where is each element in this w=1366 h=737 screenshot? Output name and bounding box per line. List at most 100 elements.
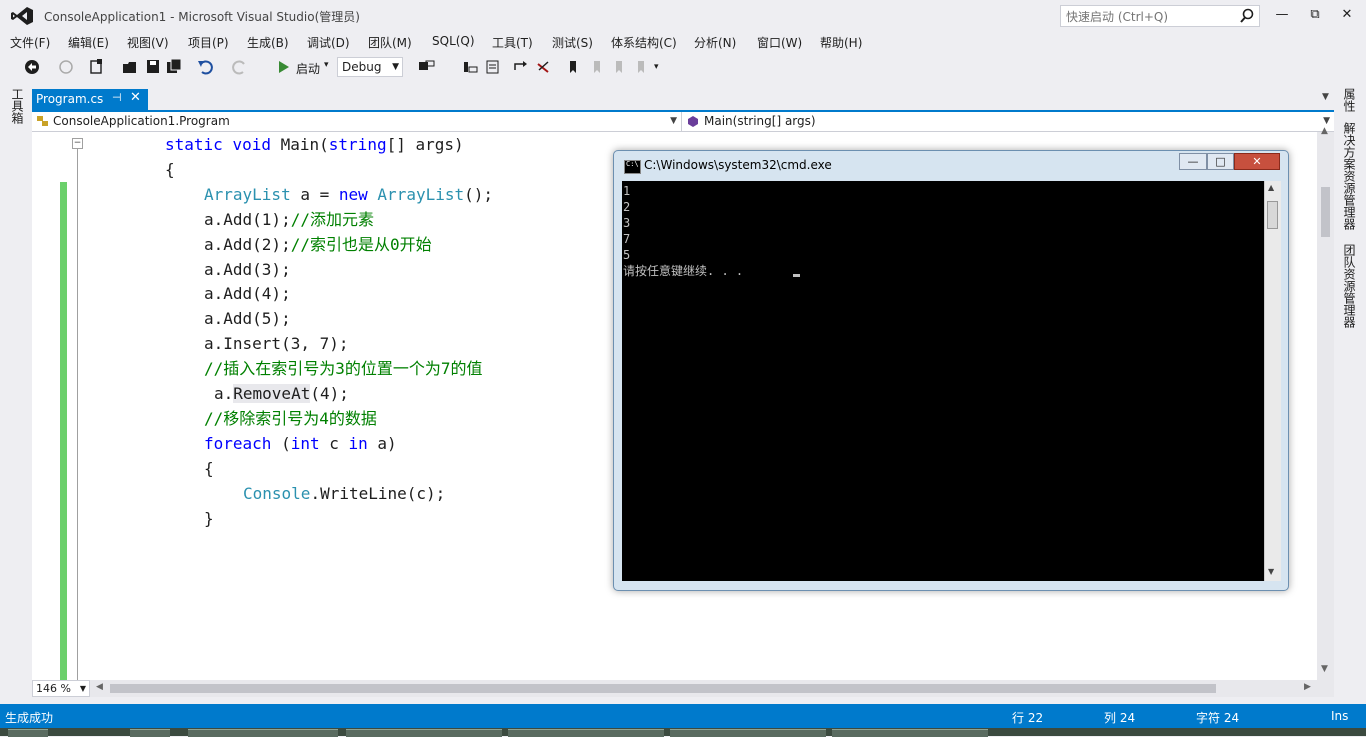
close-button[interactable]: ✕: [1336, 6, 1358, 24]
tab-program-cs[interactable]: Program.cs ⊣ ✕: [32, 89, 148, 110]
quick-launch-box[interactable]: [1060, 5, 1260, 28]
navigate-forward-icon[interactable]: [58, 58, 74, 76]
code-line: a.Insert(3, 7);: [204, 334, 349, 353]
code-line: //移除索引号为4的数据: [204, 409, 377, 428]
class-icon: [37, 116, 48, 126]
menu-edit[interactable]: 编辑(E): [68, 34, 109, 51]
properties-tab[interactable]: 属性: [1341, 88, 1358, 112]
menu-tools[interactable]: 工具(T): [492, 34, 533, 51]
start-dropdown-chevron-icon[interactable]: ▾: [324, 60, 329, 78]
scroll-left-icon[interactable]: ◀: [96, 682, 103, 692]
restore-button[interactable]: ⧉: [1304, 6, 1326, 24]
tab-overflow-chevron-icon[interactable]: ▼: [1322, 92, 1329, 102]
change-tracking-margin: [60, 182, 67, 680]
save-all-icon[interactable]: [166, 58, 182, 76]
code-line: a.Add(2);//索引也是从0开始: [204, 235, 432, 254]
cmd-close-button[interactable]: ✕: [1234, 153, 1280, 170]
left-tool-strip: [0, 84, 30, 704]
menu-architecture[interactable]: 体系结构(C): [611, 34, 677, 51]
member-combo[interactable]: Main(string[] args) ▼: [684, 112, 1334, 131]
team-explorer-tab[interactable]: 团队资源管理器: [1341, 244, 1358, 328]
properties-window-icon[interactable]: [484, 58, 500, 76]
code-line: foreach (int c in a): [204, 434, 397, 453]
cmd-console-output[interactable]: 1 2 3 7 5 请按任意键继续. . .: [622, 181, 1264, 581]
type-combo[interactable]: ConsoleApplication1.Program ▼: [32, 112, 682, 131]
bookmark-icon[interactable]: [567, 58, 579, 76]
cmd-minimize-button[interactable]: —: [1179, 153, 1207, 170]
editor-vertical-scrollbar[interactable]: ▲ ▼: [1317, 126, 1334, 680]
menu-sql[interactable]: SQL(Q): [432, 34, 475, 48]
menu-team[interactable]: 团队(M): [368, 34, 412, 51]
scroll-right-icon[interactable]: ▶: [1304, 682, 1311, 692]
toolbar-overflow-chevron-icon[interactable]: ▾: [654, 62, 659, 80]
code-line: a.Add(4);: [204, 284, 291, 303]
clear-bookmarks-icon[interactable]: [634, 58, 648, 76]
code-line: Console.WriteLine(c);: [243, 484, 446, 503]
solution-configuration-select[interactable]: Debug ▼: [337, 57, 403, 77]
redo-icon[interactable]: [232, 58, 248, 76]
zoom-value: 146 %: [36, 682, 71, 695]
code-line: ArrayList a = new ArrayList();: [204, 185, 494, 204]
open-file-icon[interactable]: [122, 58, 138, 76]
menu-window[interactable]: 窗口(W): [757, 34, 802, 51]
pin-icon[interactable]: ⊣: [112, 91, 122, 104]
scroll-up-icon[interactable]: ▲: [1321, 126, 1328, 136]
code-line: a.Add(1);//添加元素: [204, 210, 374, 229]
toolbox-tab[interactable]: 工具箱: [9, 88, 26, 124]
code-line: static void Main(string[] args): [165, 135, 464, 154]
minimize-button[interactable]: —: [1271, 6, 1293, 24]
code-line: a.Add(3);: [204, 260, 291, 279]
title-bar: ConsoleApplication1 - Microsoft Visual S…: [0, 0, 1366, 32]
tab-close-icon[interactable]: ✕: [130, 90, 141, 105]
editor-horizontal-scrollbar[interactable]: 146 % ▼ ◀ ▶: [32, 680, 1334, 697]
window-title: ConsoleApplication1 - Microsoft Visual S…: [44, 10, 360, 24]
status-bar: 生成成功 行 22 列 24 字符 24 Ins: [0, 704, 1366, 728]
menu-help[interactable]: 帮助(H): [820, 34, 862, 51]
menu-project[interactable]: 项目(P): [188, 34, 229, 51]
tab-label: Program.cs: [36, 92, 104, 106]
next-bookmark-icon[interactable]: [612, 58, 626, 76]
menu-build[interactable]: 生成(B): [247, 34, 289, 51]
step-into-icon[interactable]: [536, 58, 552, 76]
collapse-icon[interactable]: −: [72, 138, 83, 149]
code-line: //插入在索引号为3的位置一个为7的值: [204, 359, 483, 378]
scroll-down-icon[interactable]: ▼: [1268, 567, 1274, 576]
start-debug-label[interactable]: 启动: [296, 60, 320, 78]
scroll-down-icon[interactable]: ▼: [1321, 664, 1328, 674]
menu-analyze[interactable]: 分析(N): [694, 34, 736, 51]
scroll-up-icon[interactable]: ▲: [1268, 183, 1274, 192]
scrollbar-thumb[interactable]: [110, 684, 1216, 693]
os-taskbar: [0, 728, 1366, 737]
navigate-back-icon[interactable]: [24, 58, 40, 76]
editor-navigation-bar: ConsoleApplication1.Program ▼ Main(strin…: [32, 112, 1334, 132]
menu-file[interactable]: 文件(F): [10, 34, 50, 51]
zoom-combo[interactable]: 146 % ▼: [32, 680, 90, 697]
start-debug-icon[interactable]: [278, 58, 290, 76]
scrollbar-thumb[interactable]: [1321, 187, 1330, 237]
method-icon: [688, 116, 698, 127]
menu-view[interactable]: 视图(V): [127, 34, 169, 51]
new-project-icon[interactable]: [89, 58, 105, 76]
search-icon[interactable]: [1239, 8, 1255, 24]
previous-bookmark-icon[interactable]: [590, 58, 604, 76]
console-line: 3: [623, 216, 631, 230]
step-over-icon[interactable]: [513, 58, 529, 76]
menu-debug[interactable]: 调试(D): [307, 34, 350, 51]
solution-explorer-icon[interactable]: [462, 58, 478, 76]
save-icon[interactable]: [145, 58, 161, 76]
console-line: 5: [623, 248, 631, 262]
quick-launch-input[interactable]: [1061, 6, 1238, 28]
console-line: 1: [623, 184, 631, 198]
cmd-vertical-scrollbar[interactable]: ▲ ▼: [1264, 181, 1281, 581]
undo-icon[interactable]: [197, 58, 213, 76]
cmd-window[interactable]: C:\ C:\Windows\system32\cmd.exe — □ ✕ 1 …: [613, 150, 1289, 591]
solution-configuration-value: Debug: [342, 60, 382, 74]
solution-explorer-tab[interactable]: 解决方案资源管理器: [1341, 122, 1358, 230]
find-in-files-icon[interactable]: [418, 58, 436, 76]
status-line: 行 22: [1012, 711, 1044, 725]
menu-test[interactable]: 测试(S): [552, 34, 593, 51]
console-line: 请按任意键继续. . .: [623, 264, 744, 278]
cmd-maximize-button[interactable]: □: [1207, 153, 1234, 170]
scrollbar-thumb[interactable]: [1267, 201, 1278, 229]
standard-toolbar: 启动 ▾ ▾: [0, 54, 1366, 81]
